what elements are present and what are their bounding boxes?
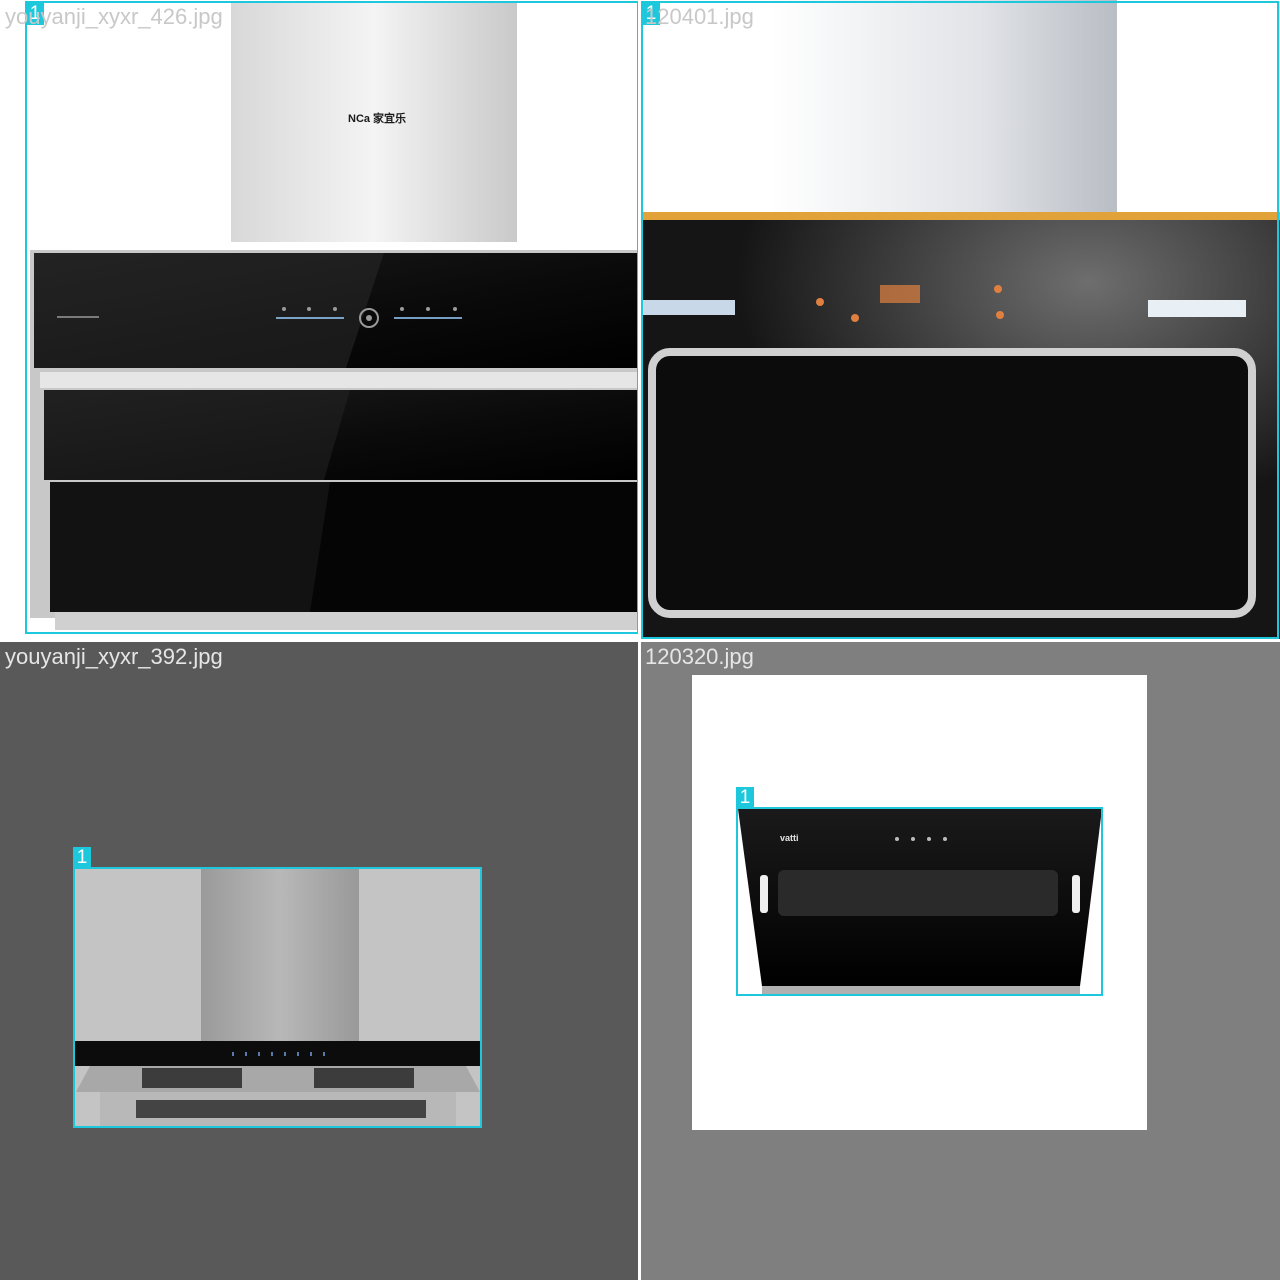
- grid-divider-horizontal: [0, 639, 1280, 642]
- detection-box-label: 1: [73, 847, 91, 869]
- filename-label: 120320.jpg: [645, 644, 754, 669]
- detection-box[interactable]: 1: [641, 1, 1279, 639]
- image-tile-3[interactable]: youyanji_xyxr_392.jpg 1: [0, 640, 640, 1280]
- detection-box[interactable]: 1: [25, 1, 639, 634]
- image-tile-4[interactable]: vatti 120320.jpg 1: [640, 640, 1280, 1280]
- image-grid: NCa 家宜乐 youyanji_xyxr_426.jpg 1 120401.j…: [0, 0, 1280, 1280]
- filename-label: 120401.jpg: [645, 4, 754, 29]
- detection-box-label: 1: [736, 787, 754, 809]
- detection-box[interactable]: 1: [73, 847, 482, 1128]
- detection-box[interactable]: 1: [736, 787, 1103, 996]
- filename-label: youyanji_xyxr_426.jpg: [5, 4, 223, 29]
- filename-label: youyanji_xyxr_392.jpg: [5, 644, 223, 669]
- image-tile-1[interactable]: NCa 家宜乐 youyanji_xyxr_426.jpg 1: [0, 0, 640, 640]
- image-tile-2[interactable]: 120401.jpg 1: [640, 0, 1280, 640]
